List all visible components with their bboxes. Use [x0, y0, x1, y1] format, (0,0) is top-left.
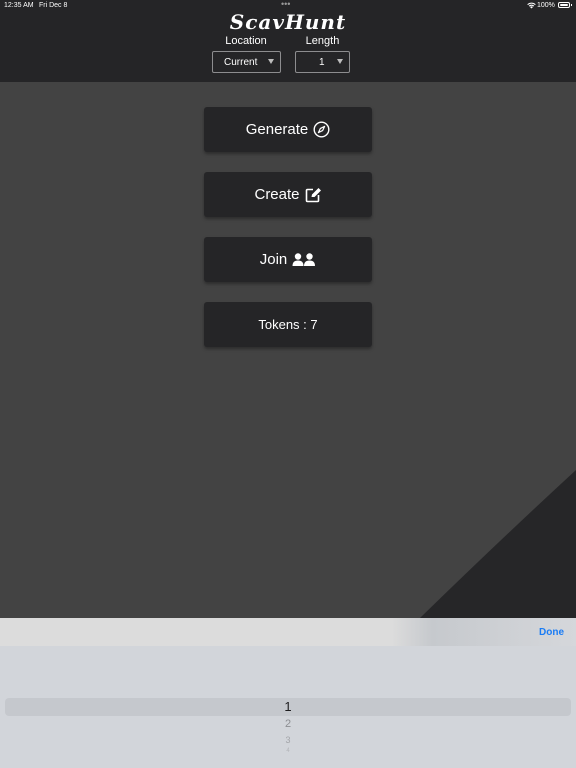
join-button[interactable]: Join	[204, 237, 372, 282]
app-screen: 12:35 AM Fri Dec 8 ••• 100% ScavHunt Loc…	[0, 0, 576, 768]
length-label: Length	[305, 35, 340, 47]
chevron-down-icon	[337, 59, 343, 64]
join-button-label: Join	[259, 251, 288, 268]
length-picker[interactable]: Done 1 2 3 4	[0, 618, 576, 768]
picker-option[interactable]: 1	[0, 699, 576, 714]
header: 12:35 AM Fri Dec 8 ••• 100% ScavHunt Loc…	[0, 0, 576, 82]
battery-percent: 100%	[537, 2, 555, 9]
app-title: ScavHunt	[229, 10, 347, 34]
picker-option[interactable]: 2	[0, 718, 576, 730]
users-icon	[292, 253, 316, 266]
create-button[interactable]: Create	[204, 172, 372, 217]
status-date: Fri Dec 8	[39, 2, 68, 9]
chevron-down-icon	[268, 59, 274, 64]
picker-option[interactable]: 4	[0, 748, 576, 754]
battery-icon	[558, 2, 570, 8]
status-time: 12:35 AM	[4, 2, 34, 9]
edit-icon	[305, 187, 322, 203]
generate-button-label: Generate	[245, 121, 309, 138]
battery-nub	[571, 4, 572, 6]
done-button[interactable]: Done	[539, 627, 564, 638]
tokens-button[interactable]: Tokens : 7	[204, 302, 372, 347]
tokens-label: Tokens : 7	[258, 317, 318, 332]
multitasking-dots-icon[interactable]: •••	[281, 0, 290, 9]
length-select-value: 1	[319, 57, 325, 68]
location-label: Location	[225, 35, 267, 47]
location-select[interactable]: Current	[212, 51, 281, 73]
picker-toolbar: Done	[0, 618, 576, 646]
create-button-label: Create	[254, 186, 300, 203]
length-select[interactable]: 1	[295, 51, 350, 73]
generate-button[interactable]: Generate	[204, 107, 372, 152]
compass-icon	[313, 121, 330, 138]
picker-option[interactable]: 3	[0, 735, 576, 745]
location-select-value: Current	[224, 57, 258, 68]
wifi-icon	[527, 2, 536, 9]
